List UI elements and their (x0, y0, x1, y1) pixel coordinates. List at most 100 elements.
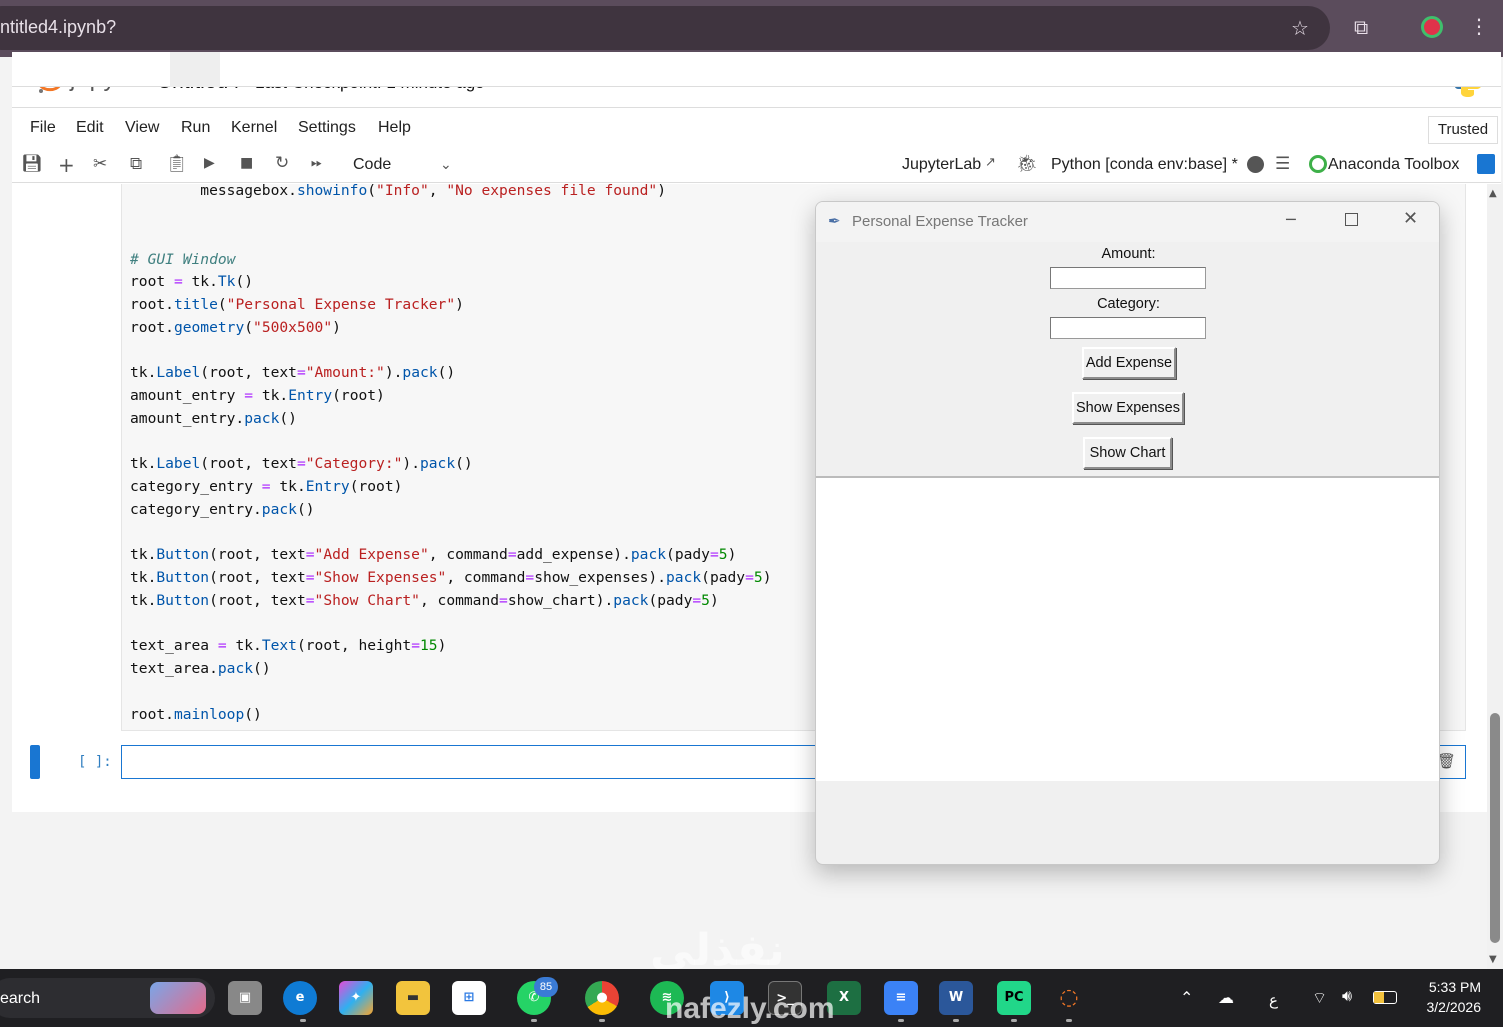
profile-icon[interactable] (1421, 16, 1443, 38)
jupyter-running-indicator (1066, 1019, 1072, 1022)
code-line-mainloop: root.mainloop() (130, 706, 262, 723)
code-line-category-entry: category_entry = tk.Entry(root) (130, 478, 403, 495)
amount-entry[interactable] (1050, 267, 1206, 289)
menu-edit[interactable]: Edit (76, 119, 104, 137)
address-bar[interactable] (0, 6, 1330, 50)
taskbar-search-text: earch (0, 990, 41, 1007)
edge-running-indicator (300, 1019, 306, 1022)
chrome-icon[interactable]: ● (585, 981, 619, 1015)
onedrive-icon[interactable]: ☁ (1218, 988, 1234, 1008)
star-icon[interactable]: ☆ (1291, 16, 1309, 40)
code-line-root: root = tk.Tk() (130, 273, 254, 290)
chevron-down-icon[interactable]: ⌄ (440, 157, 452, 173)
sidebar-toggle-icon[interactable] (1477, 154, 1495, 174)
menu-kernel[interactable]: Kernel (231, 119, 277, 137)
code-line-add-button: tk.Button(root, text="Add Expense", comm… (130, 546, 737, 563)
task-view-icon[interactable]: ▣ (228, 981, 262, 1015)
kernel-name[interactable]: Python [conda env:base] * (1051, 156, 1238, 174)
feather-icon: ✒ (828, 212, 841, 230)
trusted-indicator[interactable]: Trusted (1428, 116, 1498, 144)
scroll-down-arrow-icon[interactable]: ▼ (1489, 954, 1497, 965)
notepad-icon[interactable]: ≡ (884, 981, 918, 1015)
clock-date[interactable]: 3/2/2026 (1419, 999, 1482, 1015)
chevron-up-icon[interactable]: ⌃ (1180, 988, 1193, 1008)
run-icon[interactable]: ▶ (204, 155, 215, 171)
menu-run-highlight (170, 52, 220, 87)
pycharm-running-indicator (1011, 1019, 1017, 1022)
search-highlight-icon (150, 982, 206, 1014)
debugger-bug-icon[interactable]: 🐞︎ (1016, 154, 1038, 174)
menu-lines-icon[interactable]: ☰ (1275, 154, 1290, 174)
extensions-icon[interactable]: ⧉ (1354, 15, 1368, 39)
paste-icon[interactable]: 📋︎ (166, 154, 188, 174)
word-running-indicator (953, 1019, 959, 1022)
scroll-up-arrow-icon[interactable]: ▲ (1489, 188, 1497, 199)
menu-settings[interactable]: Settings (298, 119, 356, 137)
add-cell-icon[interactable]: + (58, 153, 75, 177)
code-line-text-pack: text_area.pack() (130, 660, 271, 677)
code-line-chart-button: tk.Button(root, text="Show Chart", comma… (130, 592, 719, 609)
file-explorer-icon[interactable]: ▬ (396, 981, 430, 1015)
restart-icon[interactable]: ↻ (275, 153, 289, 173)
copy-icon[interactable]: ⧉ (130, 154, 142, 174)
notepad-running-indicator (898, 1019, 904, 1022)
scrollbar-thumb[interactable] (1490, 713, 1500, 943)
tk-window: ✒ Personal Expense Tracker ─ ✕ Amount: C… (815, 201, 1440, 865)
save-icon[interactable]: 💾︎ (21, 154, 43, 174)
menu-bar (12, 52, 1501, 87)
menu-file[interactable]: File (30, 119, 56, 137)
edge-icon[interactable]: e (283, 981, 317, 1015)
battery-icon[interactable] (1373, 991, 1397, 1004)
whatsapp-running-indicator (531, 1019, 537, 1022)
volume-icon[interactable]: 🔊︎ (1342, 988, 1352, 1006)
kebab-menu-icon[interactable]: ⋮ (1469, 14, 1489, 38)
code-line-amount-entry: amount_entry = tk.Entry(root) (130, 387, 385, 404)
minimize-icon[interactable]: ─ (1286, 210, 1296, 229)
code-line-title: root.title("Personal Expense Tracker") (130, 296, 464, 313)
clock-time[interactable]: 5:33 PM (1425, 979, 1481, 995)
copilot-icon[interactable]: ✦ (339, 981, 373, 1015)
cell-prompt: [ ]: (78, 754, 112, 770)
code-line-1: messagebox.showinfo("Info", "No expenses… (130, 182, 666, 199)
active-cell-indicator (30, 745, 40, 779)
add-expense-button[interactable]: Add Expense (1082, 347, 1176, 379)
input-language[interactable]: ع (1269, 991, 1278, 1009)
code-line-geometry: root.geometry("500x500") (130, 319, 341, 336)
show-expenses-button[interactable]: Show Expenses (1072, 392, 1184, 424)
store-icon[interactable]: ⊞ (452, 981, 486, 1015)
show-chart-button[interactable]: Show Chart (1083, 437, 1172, 469)
cut-icon[interactable]: ✂ (93, 154, 107, 174)
code-line-category-label: tk.Label(root, text="Category:").pack() (130, 455, 473, 472)
amount-label: Amount: (1101, 246, 1156, 262)
code-line-comment: # GUI Window (130, 251, 236, 268)
category-label: Category: (1097, 296, 1160, 312)
word-icon[interactable]: W (939, 981, 973, 1015)
jupyter-taskbar-icon[interactable]: ◌ (1052, 981, 1086, 1015)
code-line-amount-label: tk.Label(root, text="Amount:").pack() (130, 364, 456, 381)
menu-help[interactable]: Help (378, 119, 411, 137)
code-line-text-area: text_area = tk.Text(root, height=15) (130, 637, 447, 654)
expense-text-area[interactable] (816, 476, 1439, 781)
external-link-icon[interactable]: ↗ (985, 155, 996, 170)
menu-view[interactable]: View (125, 119, 159, 137)
anaconda-icon (1309, 155, 1327, 173)
maximize-icon[interactable] (1345, 213, 1358, 226)
anaconda-toolbox[interactable]: Anaconda Toolbox (1328, 156, 1459, 174)
stop-icon[interactable]: ■ (240, 155, 253, 171)
jupyterlab-link[interactable]: JupyterLab (902, 156, 981, 174)
kernel-status-icon (1247, 156, 1264, 173)
category-entry[interactable] (1050, 317, 1206, 339)
cell-type-select[interactable]: Code (353, 156, 391, 174)
close-icon[interactable]: ✕ (1403, 208, 1418, 229)
address-bar-text: ntitled4.ipynb? (0, 17, 117, 37)
code-line-show-button: tk.Button(root, text="Show Expenses", co… (130, 569, 772, 586)
code-line-category-pack: category_entry.pack() (130, 501, 315, 518)
tk-window-title: Personal Expense Tracker (852, 213, 1028, 230)
restart-run-all-icon[interactable]: ⏩︎ (311, 155, 322, 171)
wifi-icon[interactable]: ⌔ (1312, 988, 1327, 1008)
pycharm-icon[interactable]: PC (997, 981, 1031, 1015)
code-line-amount-pack: amount_entry.pack() (130, 410, 297, 427)
chrome-running-indicator (599, 1019, 605, 1022)
watermark-latin: nafezly.com (665, 992, 835, 1025)
menu-run[interactable]: Run (181, 119, 210, 137)
